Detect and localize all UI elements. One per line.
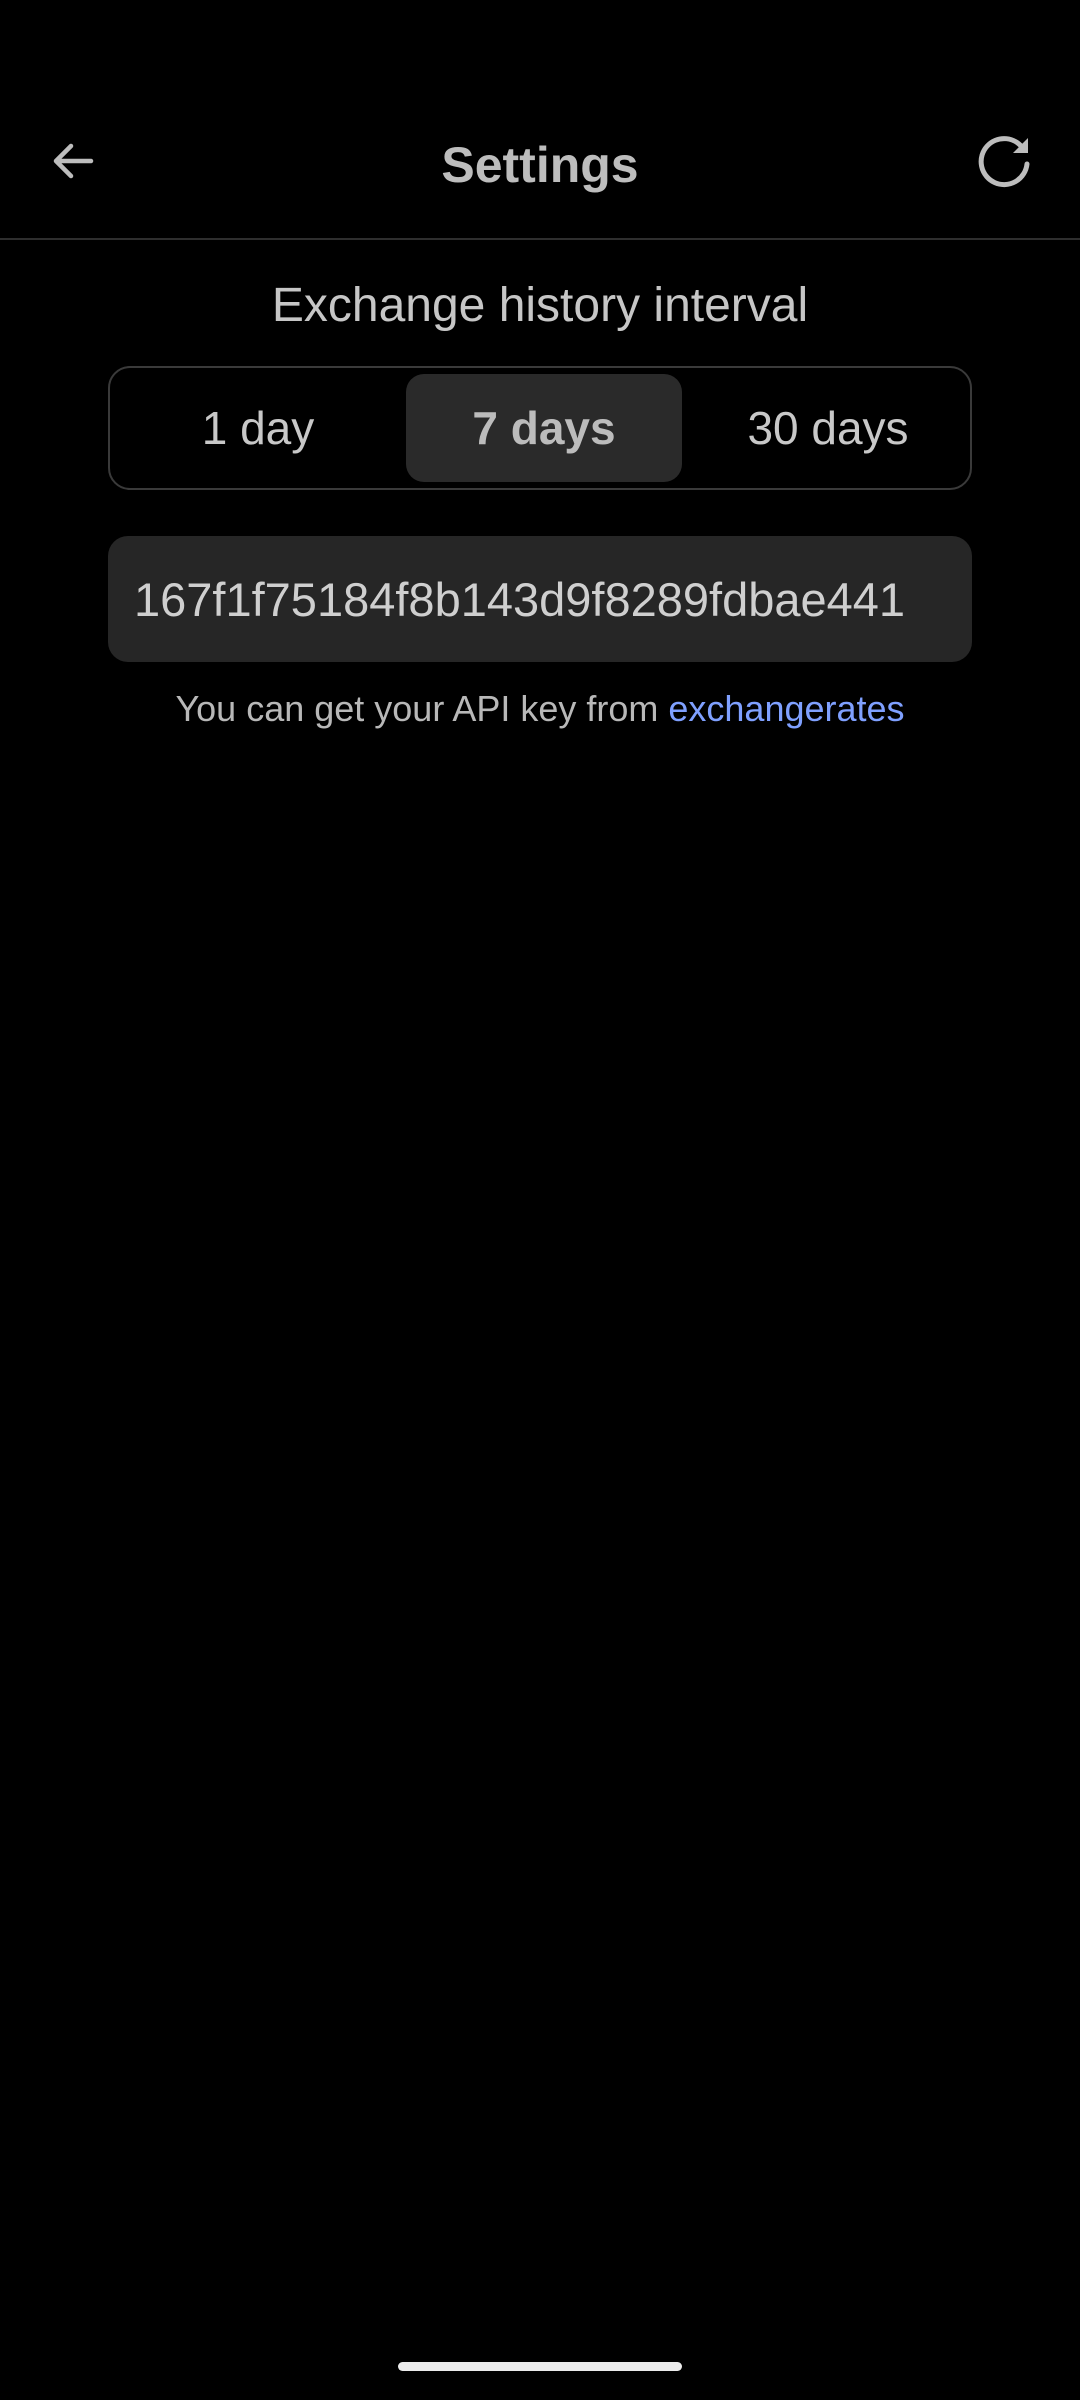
api-key-input[interactable]: 167f1f75184f8b143d9f8289fdbae441 <box>108 536 972 662</box>
interval-option-1-day[interactable]: 1 day <box>118 374 398 482</box>
exchangerates-link[interactable]: exchangerates <box>668 688 904 729</box>
helper-text: You can get your API key from <box>175 688 669 729</box>
page-title: Settings <box>441 137 639 193</box>
interval-option-30-days[interactable]: 30 days <box>690 374 966 482</box>
refresh-icon <box>974 130 1036 197</box>
home-indicator[interactable] <box>398 2362 682 2371</box>
history-interval-selector: 1 day 7 days 30 days <box>108 366 972 490</box>
interval-option-7-days[interactable]: 7 days <box>406 374 682 482</box>
refresh-button[interactable] <box>963 121 1047 205</box>
api-key-helper-text: You can get your API key from exchangera… <box>0 688 1080 730</box>
history-interval-label: Exchange history interval <box>271 279 809 332</box>
top-app-bar: Settings <box>0 90 1080 240</box>
